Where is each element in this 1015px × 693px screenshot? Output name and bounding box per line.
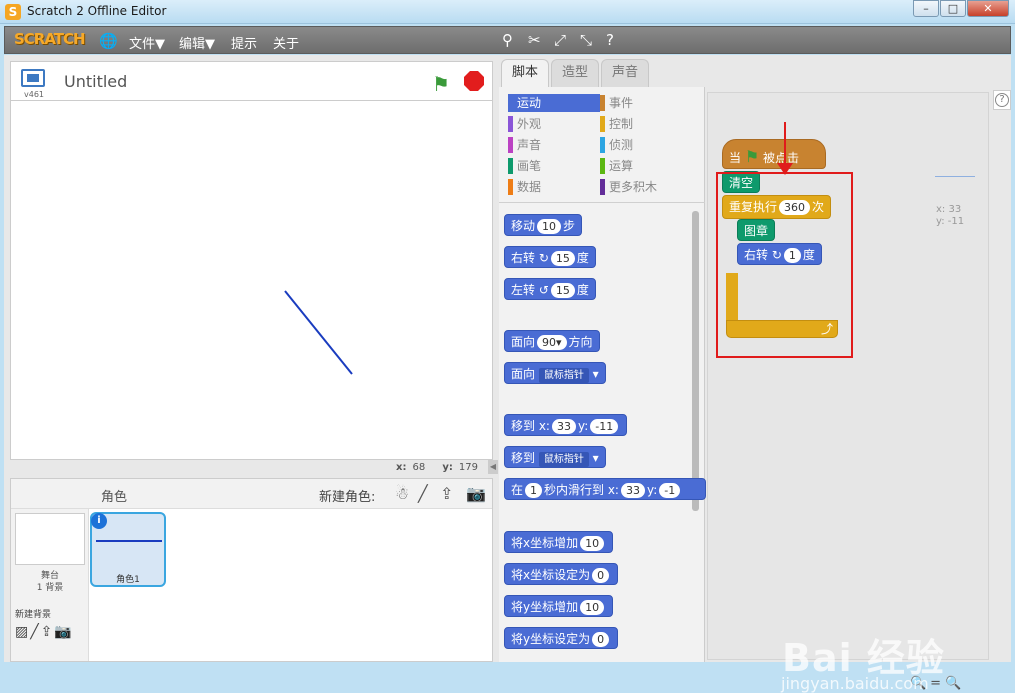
mouse-coordinates: x: 68 y: 179	[396, 462, 478, 473]
block-turn-right[interactable]: 右转 ↻ 15 度	[504, 246, 596, 268]
editor-main: v461 Untitled ⚑ x: 68 y: 179 ◀ 角色 新建角色: ☃ …	[4, 55, 1011, 693]
block-set-x[interactable]: 将x坐标设定为 0	[504, 563, 619, 585]
stage-column: 舞台 1 背景 新建背景 ▨╱⇪📷	[11, 509, 89, 661]
menu-file[interactable]: 文件▼	[129, 33, 165, 52]
menu-edit[interactable]: 编辑▼	[179, 33, 215, 52]
sprites-label: 角色	[101, 490, 128, 505]
stage-backdrop-count: 1 背景	[36, 583, 64, 593]
block-go-to-xy[interactable]: 移到 x: 33 y: -11	[504, 414, 628, 436]
menu-tips[interactable]: 提示	[231, 33, 257, 52]
category-9[interactable]: 更多积木	[600, 178, 692, 196]
category-selector: 运动 事件 外观 控制 声音 侦测 画笔 运算 数据 更多积木	[499, 87, 705, 203]
stage-canvas[interactable]	[10, 100, 493, 460]
green-flag-icon: ⚑	[744, 147, 760, 166]
tab-sounds[interactable]: 声音	[601, 59, 649, 87]
help-button[interactable]: ?	[993, 90, 1011, 110]
tab-costumes[interactable]: 造型	[551, 59, 599, 87]
category-5[interactable]: 侦测	[600, 136, 692, 154]
new-backdrop-icons[interactable]: ▨╱⇪📷	[15, 624, 74, 640]
block-change-y[interactable]: 将y坐标增加 10	[504, 595, 614, 617]
block-turn-left[interactable]: 左转 ↺ 15 度	[504, 278, 596, 300]
sprite-coordinates: x: 33 y: -11	[936, 204, 965, 227]
green-flag-icon[interactable]: ⚑	[432, 72, 450, 96]
menu-about[interactable]: 关于	[273, 33, 299, 52]
window-titlebar: S Scratch 2 Offline Editor – □ ✕	[0, 0, 1015, 24]
new-backdrop-label: 新建背景	[15, 610, 52, 620]
block-change-x[interactable]: 将x坐标增加 10	[504, 531, 614, 553]
tab-scripts[interactable]: 脚本	[501, 59, 549, 88]
block-set-y[interactable]: 将y坐标设定为 0	[504, 627, 619, 649]
block-point-in-direction[interactable]: 面向 90▾ 方向	[504, 330, 600, 352]
presentation-mode-icon[interactable]	[21, 69, 45, 87]
rotate-cw-icon: ↻	[538, 251, 549, 265]
sprite-costume-line	[96, 540, 162, 542]
collapse-handle[interactable]: ◀	[488, 460, 498, 474]
shrink-icon[interactable]: ⤡	[580, 31, 592, 49]
pen-trail	[284, 290, 353, 375]
minimize-button[interactable]: –	[913, 0, 939, 17]
block-glide[interactable]: 在 1 秒内滑行到 x: 33 y: -1	[504, 478, 706, 500]
window-title: Scratch 2 Offline Editor	[27, 4, 167, 18]
version-label: v461	[24, 90, 45, 99]
project-title[interactable]: Untitled	[64, 72, 127, 91]
camera-icon[interactable]: 📷	[466, 484, 486, 503]
stop-sign-icon[interactable]	[464, 71, 484, 91]
paint-brush-icon[interactable]: ╱	[418, 484, 428, 503]
help-question-icon[interactable]: ?	[606, 31, 614, 49]
choose-sprite-library-icon[interactable]: ☃	[395, 484, 409, 503]
duplicate-stamp-icon[interactable]: ⚲	[502, 31, 513, 49]
category-4[interactable]: 声音	[508, 136, 600, 154]
menu-bar: SCRATCH 🌐 文件▼ 编辑▼ 提示 关于 ⚲ ✂ ⤢ ⤡ ?	[4, 26, 1011, 54]
info-icon[interactable]: i	[91, 513, 107, 529]
palette-scrollbar[interactable]	[692, 211, 699, 511]
close-button[interactable]: ✕	[967, 0, 1009, 17]
annotation-highlight-box	[716, 172, 853, 358]
rotate-ccw-icon: ↺	[538, 283, 549, 297]
stage-thumbnail[interactable]	[15, 513, 85, 565]
block-point-towards[interactable]: 面向 鼠标指针 ▾	[504, 362, 606, 384]
category-0[interactable]: 运动	[508, 94, 600, 112]
category-1[interactable]: 事件	[600, 94, 692, 112]
maximize-button[interactable]: □	[940, 0, 966, 17]
question-icon: ?	[995, 93, 1009, 107]
sprite-pane-header: 角色 新建角色: ☃ ╱ ⇪ 📷	[11, 479, 492, 509]
sprite1-thumbnail[interactable]: i 角色1	[90, 512, 166, 587]
category-6[interactable]: 画笔	[508, 157, 600, 175]
sprite-preview-line	[935, 176, 975, 177]
category-3[interactable]: 控制	[600, 115, 692, 133]
category-2[interactable]: 外观	[508, 115, 600, 133]
grow-icon[interactable]: ⤢	[554, 31, 566, 49]
watermark-url: jingyan.baidu.com	[781, 674, 929, 693]
stage-header: v461 Untitled ⚑	[10, 61, 493, 101]
upload-sprite-icon[interactable]: ⇪	[440, 484, 453, 503]
new-sprite-label: 新建角色:	[319, 490, 376, 505]
delete-scissors-icon[interactable]: ✂	[528, 31, 541, 49]
language-globe-icon[interactable]: 🌐	[99, 32, 118, 50]
block-move-steps[interactable]: 移动 10 步	[504, 214, 583, 236]
block-go-to[interactable]: 移到 鼠标指针 ▾	[504, 446, 606, 468]
sprite1-name: 角色1	[116, 575, 140, 585]
scratch-app-icon: S	[5, 4, 21, 20]
scratch-logo[interactable]: SCRATCH	[14, 30, 86, 48]
category-8[interactable]: 数据	[508, 178, 600, 196]
category-7[interactable]: 运算	[600, 157, 692, 175]
sprite-pane: 角色 新建角色: ☃ ╱ ⇪ 📷 舞台 1 背景 新建背景 ▨╱⇪📷 i 角色1	[10, 478, 493, 662]
block-when-flag-clicked[interactable]: 当 ⚑ 被点击	[722, 139, 826, 169]
